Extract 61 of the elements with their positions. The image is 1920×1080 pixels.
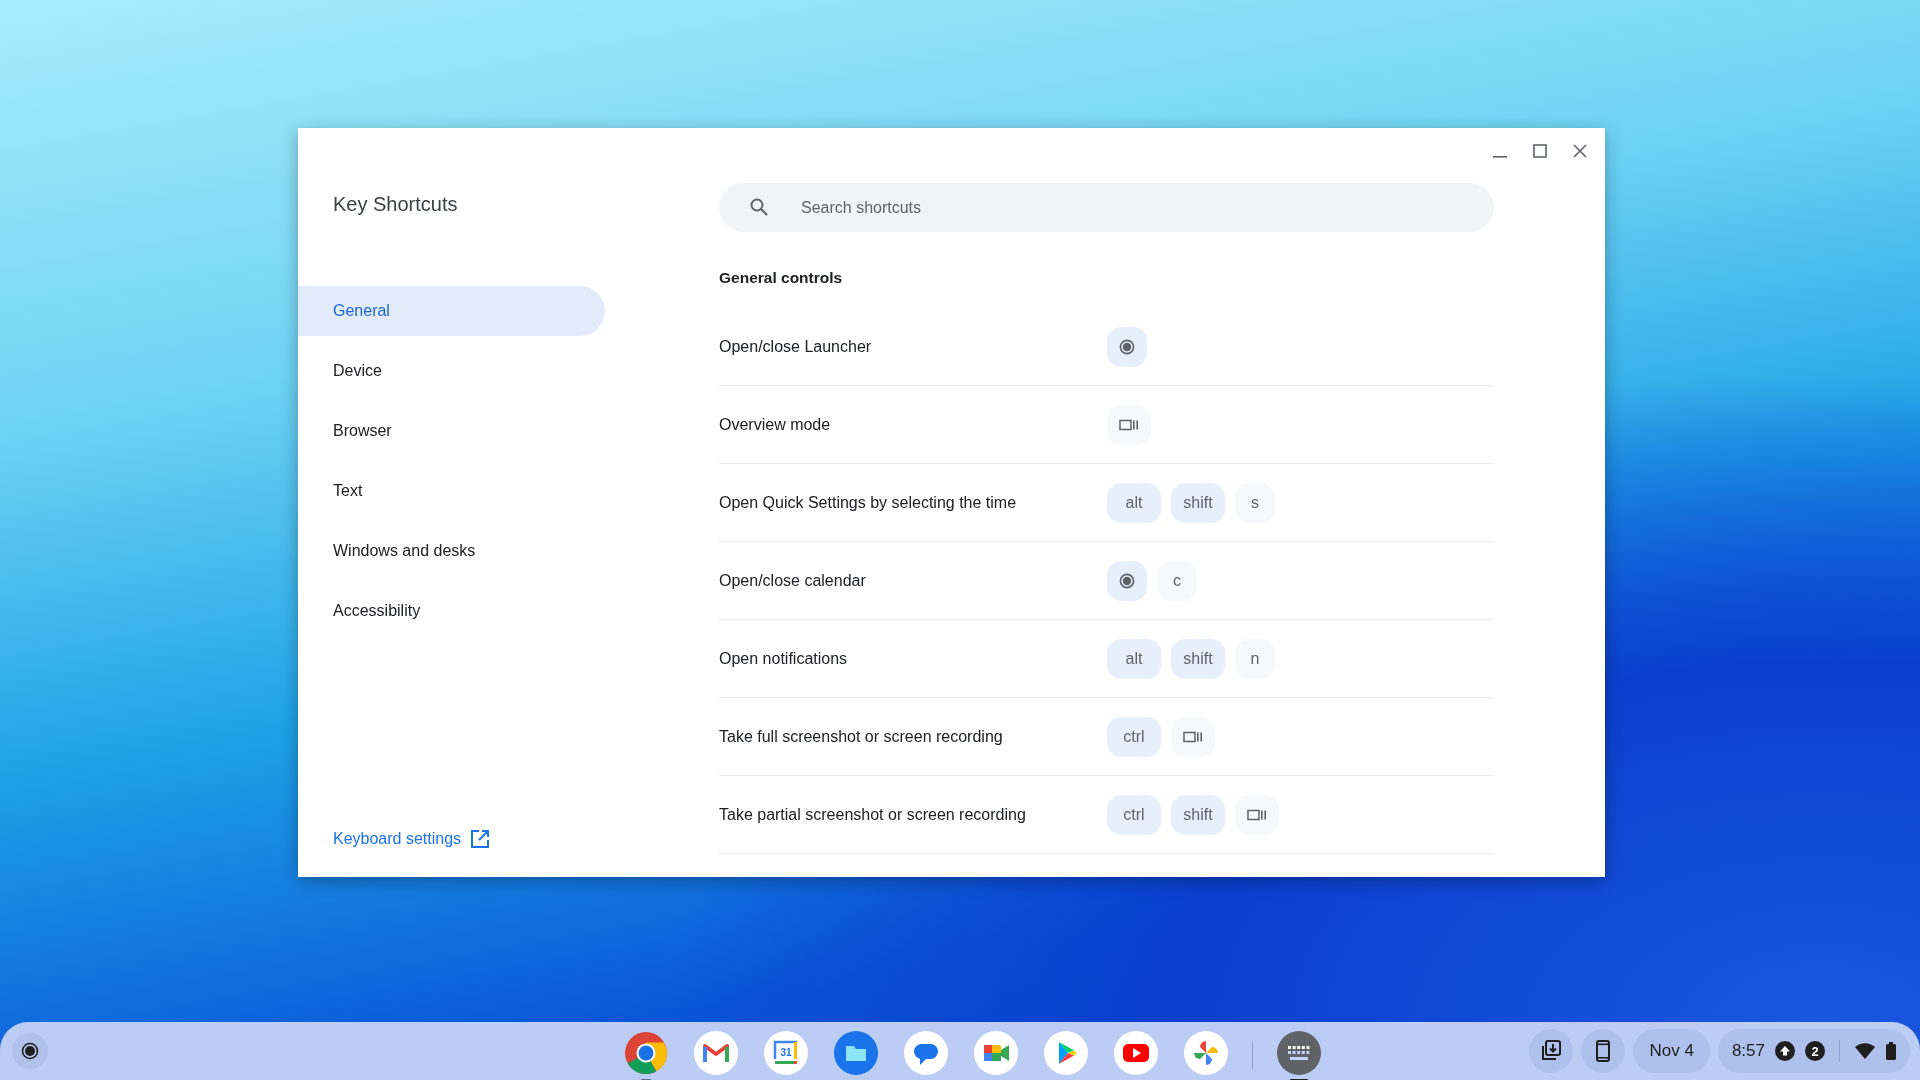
window-switch-key-icon	[1183, 730, 1203, 743]
launcher-key-icon	[1119, 572, 1135, 589]
chat-bubble-icon	[904, 1031, 948, 1075]
keyboard-icon	[1277, 1031, 1321, 1075]
shelf-app[interactable]: 31	[762, 1027, 810, 1080]
phone-icon	[1596, 1040, 1611, 1062]
keyboard-settings-link[interactable]: Keyboard settings	[333, 829, 491, 849]
modifier-key-cap: shift	[1171, 638, 1225, 679]
launcher-button[interactable]	[12, 1033, 48, 1069]
sidebar-item[interactable]: General	[298, 286, 605, 336]
shortcut-description: Open notifications	[719, 649, 849, 668]
modifier-key-cap: shift	[1171, 794, 1225, 835]
calendar-day: 31	[779, 1047, 793, 1059]
sidebar-item[interactable]: Windows and desks	[298, 526, 605, 576]
search-icon	[750, 198, 768, 216]
key-cap: c	[1157, 560, 1197, 601]
launcher-key-icon	[1119, 338, 1135, 355]
phone-hub-button[interactable]	[1581, 1029, 1626, 1073]
sidebar-item[interactable]: Device	[298, 346, 605, 396]
calendar-icon	[764, 1031, 808, 1075]
modifier-key-cap: alt	[1107, 482, 1161, 523]
maximize-icon	[1533, 144, 1547, 158]
minimize-icon	[1493, 156, 1507, 158]
pinwheel-icon	[1184, 1031, 1228, 1075]
clock-time: 8:57	[1731, 1041, 1765, 1061]
stacked-download-icon	[1540, 1040, 1563, 1062]
notification-count: 2	[1805, 1041, 1825, 1061]
wifi-icon	[1854, 1043, 1876, 1059]
envelope-icon	[694, 1031, 738, 1075]
sidebar-item[interactable]: Accessibility	[298, 586, 605, 636]
sidebar-item[interactable]: Text	[298, 466, 605, 516]
holding-space-button[interactable]	[1529, 1029, 1574, 1073]
battery-icon	[1886, 1042, 1896, 1060]
key-cap: n	[1235, 638, 1275, 679]
open-external-icon	[470, 829, 491, 849]
folder-icon	[834, 1031, 878, 1075]
sidebar-item[interactable]: Browser	[298, 406, 605, 456]
play-button-icon	[1114, 1031, 1158, 1075]
window-switch-key-icon	[1247, 808, 1267, 821]
upload-icon	[1775, 1041, 1795, 1061]
launcher-icon	[21, 1042, 39, 1060]
shortcut-description: Open/close Launcher	[719, 337, 873, 356]
circle-logo-icon	[624, 1031, 668, 1075]
modifier-key-cap: ctrl	[1107, 794, 1161, 835]
shortcut-description: Overview mode	[719, 415, 832, 434]
modifier-key-cap: alt	[1107, 638, 1161, 679]
shortcut-description: Take full screenshot or screen recording	[719, 727, 1004, 746]
close-icon	[1573, 144, 1587, 158]
window-switch-key-icon	[1119, 418, 1139, 431]
key-cap: s	[1235, 482, 1275, 523]
shortcut-description: Take partial screenshot or screen recording	[719, 805, 1027, 824]
window-title: Key Shortcuts	[333, 193, 458, 216]
shortcut-description: Open/close calendar	[719, 571, 867, 590]
search-field[interactable]: Search shortcuts	[719, 183, 1494, 232]
date-button[interactable]: Nov 4	[1633, 1029, 1710, 1073]
section-heading: General controls	[719, 268, 843, 288]
modifier-key-cap: ctrl	[1107, 716, 1161, 757]
status-area[interactable]: 8:57 2	[1717, 1029, 1910, 1073]
modifier-key-cap: shift	[1171, 482, 1225, 523]
shortcut-description: Open Quick Settings by selecting the time	[719, 493, 1018, 512]
video-camera-icon	[974, 1031, 1018, 1075]
